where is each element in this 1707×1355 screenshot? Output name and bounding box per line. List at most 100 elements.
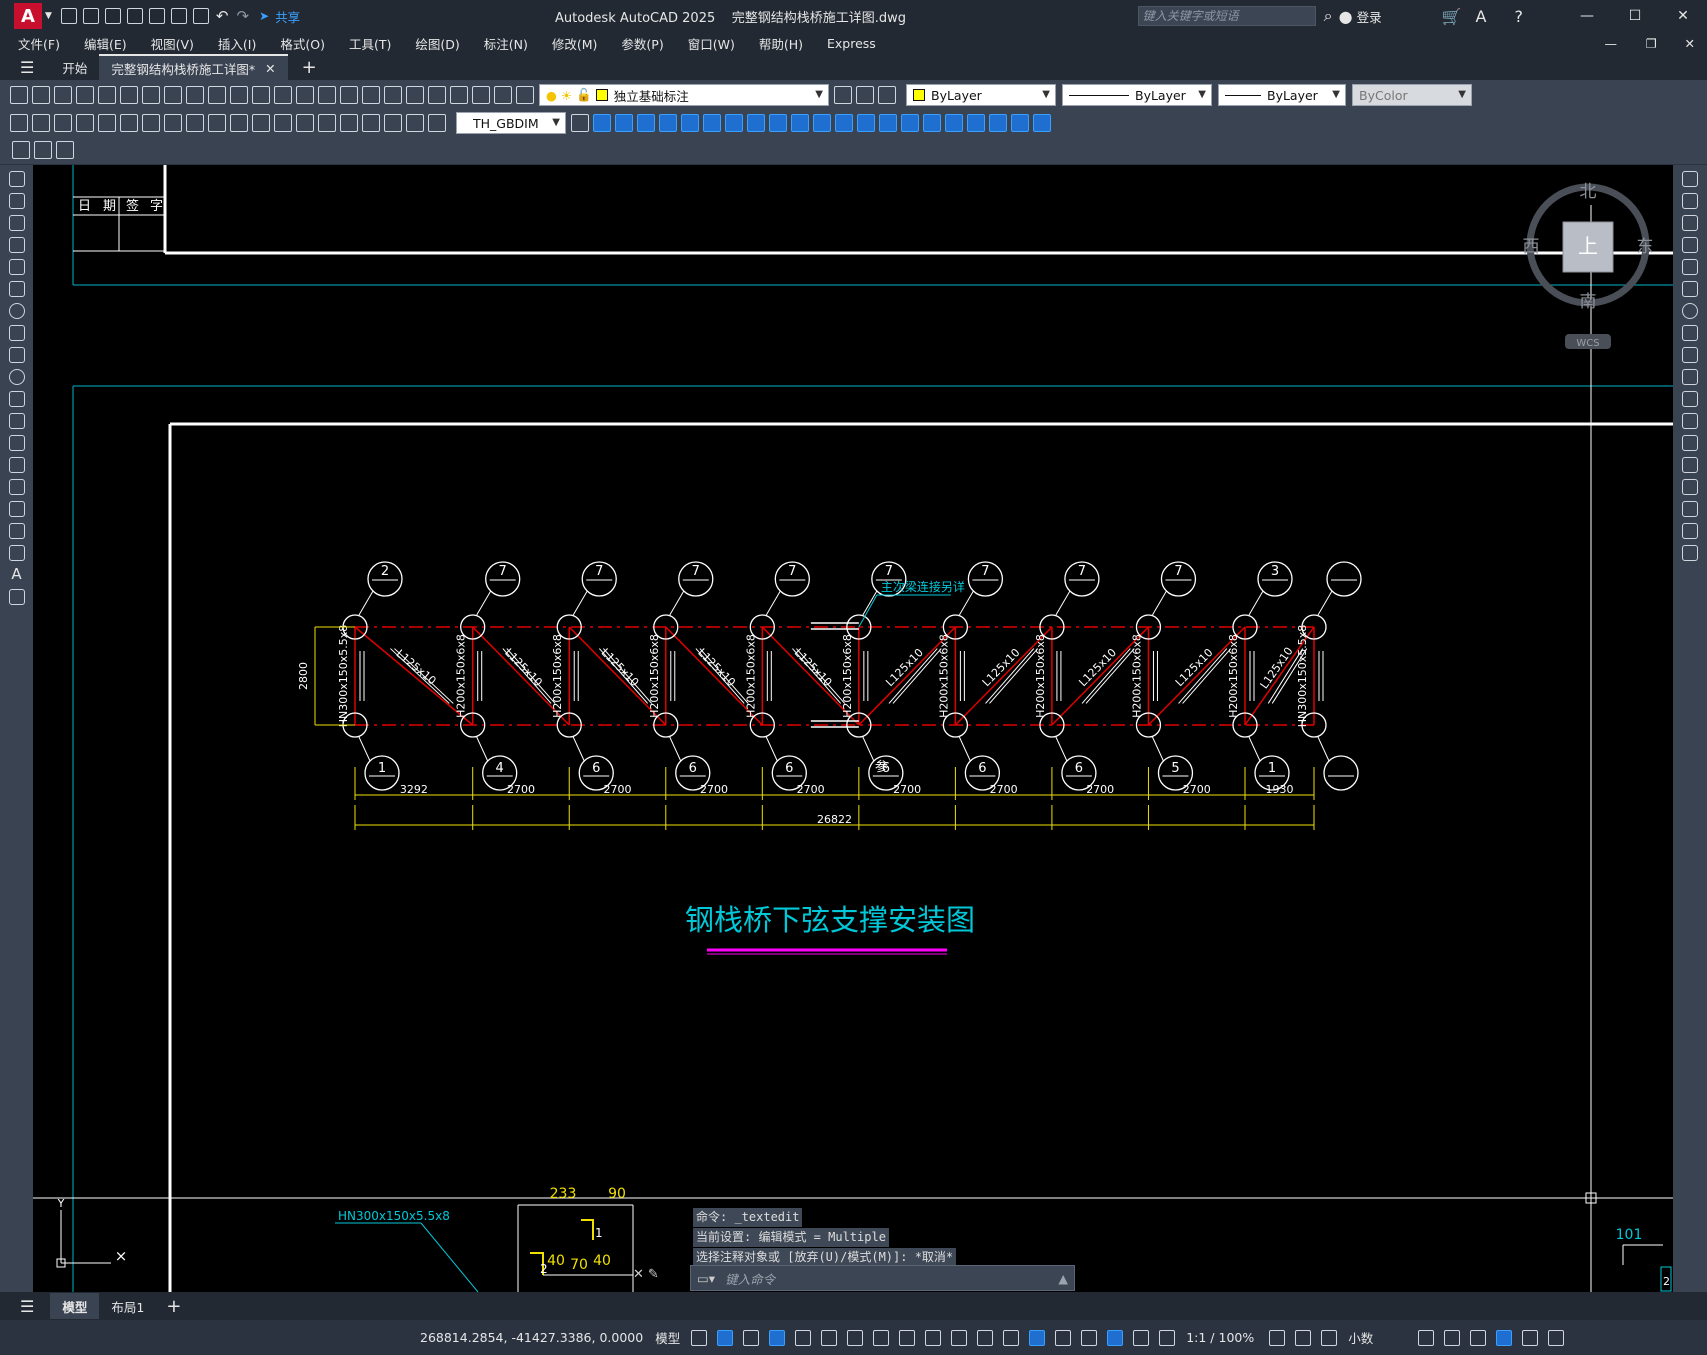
layer-previous-icon[interactable] bbox=[856, 86, 874, 104]
print-icon[interactable] bbox=[76, 86, 94, 104]
tab-drawing[interactable]: 完整钢结构栈桥施工详图* ✕ bbox=[99, 54, 288, 80]
annotation-scale-dropdown[interactable]: 1:1 / 100% bbox=[1186, 1330, 1254, 1345]
circle-icon[interactable] bbox=[8, 303, 25, 319]
open-file-icon[interactable] bbox=[82, 8, 99, 24]
trim-icon[interactable] bbox=[1682, 369, 1698, 385]
search-icon[interactable]: ⌕ bbox=[1324, 6, 1333, 26]
menu-draw[interactable]: 绘图(D) bbox=[415, 34, 459, 53]
join-icon[interactable] bbox=[1682, 457, 1698, 473]
torus-icon[interactable] bbox=[703, 114, 721, 132]
construction-line-icon[interactable] bbox=[8, 193, 25, 209]
dynamic-input-icon[interactable] bbox=[769, 1329, 786, 1346]
menu-window[interactable]: 窗口(W) bbox=[688, 34, 735, 53]
export-icon[interactable] bbox=[170, 8, 187, 24]
new-file-icon[interactable] bbox=[60, 8, 77, 24]
close-button[interactable]: ✕ bbox=[1659, 8, 1707, 24]
box-icon[interactable] bbox=[593, 114, 611, 132]
polygon-icon[interactable] bbox=[8, 237, 25, 253]
extend-icon[interactable] bbox=[1682, 391, 1698, 407]
menu-format[interactable]: 格式(O) bbox=[280, 34, 325, 53]
undo-toolbar-icon[interactable] bbox=[252, 86, 270, 104]
continue-dim-icon[interactable] bbox=[230, 114, 248, 132]
menu-modify[interactable]: 修改(M) bbox=[552, 34, 598, 53]
cart-icon[interactable]: 🛒 bbox=[1442, 7, 1462, 26]
loft-icon[interactable] bbox=[813, 114, 831, 132]
menu-help[interactable]: 帮助(H) bbox=[759, 34, 803, 53]
close-tab-icon[interactable]: ✕ bbox=[265, 61, 275, 76]
dim-update-icon[interactable] bbox=[428, 114, 446, 132]
hamburger-menu-icon[interactable]: ☰ bbox=[20, 58, 34, 77]
doc-restore-button[interactable]: ❐ bbox=[1646, 36, 1657, 51]
tab-layout1[interactable]: 布局1 bbox=[99, 1293, 156, 1319]
erase-icon[interactable] bbox=[1682, 171, 1698, 187]
help-toolbar-icon[interactable] bbox=[494, 86, 512, 104]
lineweight-dropdown[interactable]: ByLayer ▼ bbox=[1218, 84, 1346, 106]
dim-text-edit-icon[interactable] bbox=[406, 114, 424, 132]
cad-drawing[interactable]: 日 期 签 字 上 北 南 东 西 WCS L125x10 HN300x150x5… bbox=[33, 165, 1673, 1292]
table-icon[interactable] bbox=[8, 545, 25, 561]
dim-break-icon[interactable] bbox=[274, 114, 292, 132]
object-snap-tracking-icon[interactable] bbox=[873, 1329, 890, 1346]
menu-dimension[interactable]: 标注(N) bbox=[484, 34, 528, 53]
zoom-realtime-icon[interactable] bbox=[318, 86, 336, 104]
scale-icon[interactable] bbox=[1682, 325, 1698, 341]
mirror-icon[interactable] bbox=[1682, 215, 1698, 231]
new-icon[interactable] bbox=[10, 86, 28, 104]
arc-length-icon[interactable] bbox=[54, 114, 72, 132]
undo-icon[interactable]: ↶ bbox=[216, 7, 229, 25]
polar-icon[interactable] bbox=[821, 1329, 838, 1346]
menu-view[interactable]: 视图(V) bbox=[151, 34, 194, 53]
layer-dropdown[interactable]: ● ☀ 🔓 独立基础标注 ▼ bbox=[539, 84, 829, 106]
revision-cloud-icon[interactable] bbox=[8, 325, 25, 341]
angular-dim-icon[interactable] bbox=[164, 114, 182, 132]
command-customize-icon[interactable]: ✎ bbox=[648, 1267, 659, 1282]
ordinate-dim-icon[interactable] bbox=[76, 114, 94, 132]
workspace-gear-icon[interactable] bbox=[1269, 1329, 1286, 1346]
arc-icon[interactable] bbox=[8, 281, 25, 297]
presspull-icon[interactable] bbox=[901, 114, 919, 132]
minimize-button[interactable]: — bbox=[1563, 8, 1611, 24]
flatshot-icon[interactable] bbox=[1011, 114, 1029, 132]
design-center-icon[interactable] bbox=[406, 86, 424, 104]
blend-icon[interactable] bbox=[1682, 523, 1698, 539]
share-button[interactable]: 共享 bbox=[275, 7, 300, 26]
command-line[interactable]: ▭▾ 键入命令 ▲ bbox=[690, 1265, 1075, 1291]
doc-close-button[interactable]: ✕ bbox=[1685, 36, 1695, 51]
quick-dim-icon[interactable] bbox=[186, 114, 204, 132]
clean-screen-icon[interactable] bbox=[1522, 1329, 1539, 1346]
ellipse-icon[interactable] bbox=[8, 369, 25, 385]
revolve-icon[interactable] bbox=[769, 114, 787, 132]
block-editor-icon[interactable] bbox=[230, 86, 248, 104]
line-icon[interactable] bbox=[8, 171, 25, 187]
object-snap-icon[interactable] bbox=[899, 1329, 916, 1346]
search-input[interactable]: 键入关键字或短语 bbox=[1137, 6, 1316, 26]
ortho-icon[interactable] bbox=[795, 1329, 812, 1346]
make-block-icon[interactable] bbox=[8, 435, 25, 451]
viewcube-top[interactable]: 上 bbox=[1578, 234, 1598, 258]
cut-icon[interactable] bbox=[142, 86, 160, 104]
help-icon[interactable]: ? bbox=[1515, 7, 1524, 26]
make-current-icon[interactable] bbox=[834, 86, 852, 104]
polyline-icon[interactable] bbox=[8, 215, 25, 231]
app-menu-chevron-icon[interactable]: ▼ bbox=[45, 11, 52, 21]
layer-state-icon[interactable] bbox=[878, 86, 896, 104]
block-attribute-manager-icon[interactable] bbox=[56, 141, 74, 159]
color-dropdown[interactable]: ByLayer ▼ bbox=[906, 84, 1056, 106]
save-icon[interactable] bbox=[104, 8, 121, 24]
paste-icon[interactable] bbox=[186, 86, 204, 104]
shell-icon[interactable] bbox=[1033, 114, 1051, 132]
multiline-text-icon[interactable]: A bbox=[9, 567, 25, 583]
stretch-icon[interactable] bbox=[1682, 347, 1698, 363]
center-mark-icon[interactable] bbox=[318, 114, 336, 132]
selection-cycling-icon[interactable] bbox=[977, 1329, 994, 1346]
linetype-dropdown[interactable]: ByLayer ▼ bbox=[1062, 84, 1212, 106]
zoom-previous-icon[interactable] bbox=[362, 86, 380, 104]
match-properties-icon[interactable] bbox=[208, 86, 226, 104]
slice-icon[interactable] bbox=[923, 114, 941, 132]
save-toolbar-icon[interactable] bbox=[54, 86, 72, 104]
jogged-dim-icon[interactable] bbox=[120, 114, 138, 132]
view-cube[interactable]: 上 北 南 东 西 WCS bbox=[1523, 182, 1654, 349]
pyramid-icon[interactable] bbox=[725, 114, 743, 132]
dynamic-ucs-icon[interactable] bbox=[1029, 1329, 1046, 1346]
maximize-button[interactable]: ☐ bbox=[1611, 8, 1659, 24]
